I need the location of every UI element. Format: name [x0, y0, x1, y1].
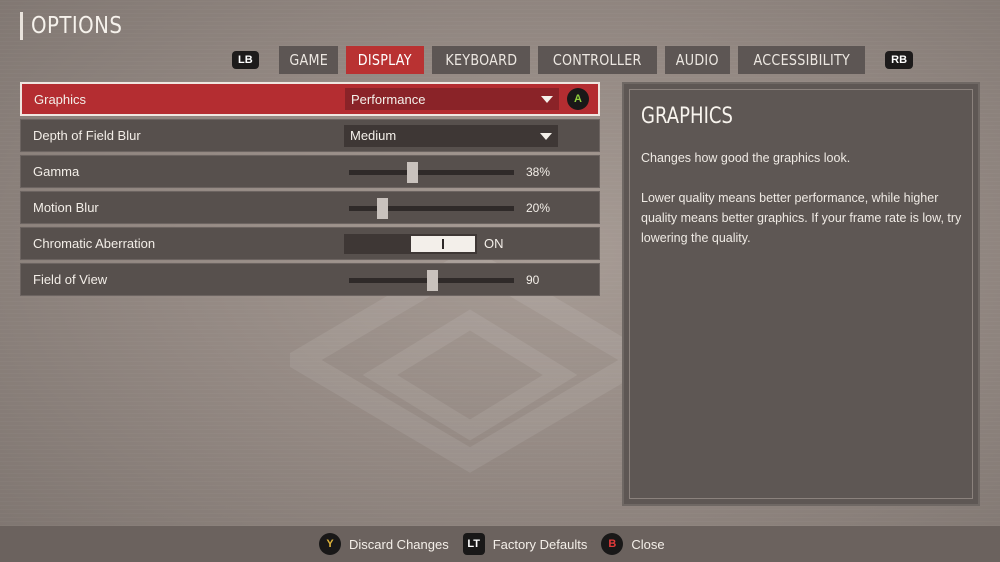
setting-label: Graphics: [34, 91, 87, 107]
panel-frame: GRAPHICS Changes how good the graphics l…: [629, 89, 973, 499]
slider-thumb[interactable]: [426, 269, 438, 291]
setting-label: Motion Blur: [33, 200, 99, 215]
tab-label: DISPLAY: [357, 51, 413, 69]
tab-label: GAME: [289, 51, 328, 69]
tab-accessibility[interactable]: ACCESSIBILITY: [737, 46, 866, 74]
hint-label: Factory Defaults: [492, 536, 588, 552]
slider-value: 90: [526, 272, 540, 287]
tab-keyboard[interactable]: KEYBOARD: [431, 46, 531, 74]
slider-track: [349, 169, 514, 175]
setting-row-field-of-view[interactable]: Field of View 90: [20, 263, 600, 296]
dropdown-value: Medium: [350, 128, 397, 143]
setting-label: Field of View: [33, 272, 108, 287]
slider-thumb[interactable]: [406, 161, 418, 183]
tab-game[interactable]: GAME: [278, 46, 339, 74]
tab-audio[interactable]: AUDIO: [665, 46, 730, 74]
setting-row-graphics[interactable]: Graphics Performance A: [20, 82, 600, 116]
toggle-knob: [411, 235, 475, 252]
tab-display[interactable]: DISPLAY: [346, 46, 424, 74]
hint-label: Close: [631, 536, 665, 552]
gamma-slider[interactable]: [349, 157, 514, 187]
setting-label: Chromatic Aberration: [33, 236, 156, 251]
description-line: Lower quality means better performance, …: [641, 191, 962, 245]
description-title: GRAPHICS: [641, 104, 733, 129]
rb-bumper-icon[interactable]: RB: [885, 51, 914, 69]
chevron-down-icon: [541, 96, 553, 103]
page-title-bar: OPTIONS: [20, 12, 137, 40]
settings-list: Graphics Performance A Depth of Field Bl…: [20, 82, 600, 299]
chromatic-aberration-toggle[interactable]: [344, 233, 477, 254]
discard-changes-hint[interactable]: Y Discard Changes: [319, 533, 449, 555]
description-body: Changes how good the graphics look. Lowe…: [641, 148, 971, 248]
slider-value: 20%: [526, 200, 551, 215]
button-hints: Y Discard Changes LT Factory Defaults B …: [319, 533, 679, 555]
tab-label: KEYBOARD: [445, 51, 518, 69]
slider-thumb[interactable]: [377, 197, 388, 219]
slider-value: 38%: [526, 164, 551, 179]
setting-label: Depth of Field Blur: [33, 128, 141, 143]
dropdown-value: Performance: [351, 91, 426, 107]
y-button-icon: Y: [319, 533, 341, 555]
depth-of-field-dropdown[interactable]: Medium: [344, 124, 558, 147]
tab-label: ACCESSIBILITY: [753, 51, 850, 69]
motion-blur-slider[interactable]: [349, 193, 514, 223]
options-tabs: LB GAME DISPLAY KEYBOARD CONTROLLER AUDI…: [232, 46, 914, 74]
lt-button-icon: LT: [462, 533, 485, 555]
graphics-dropdown[interactable]: Performance: [345, 88, 559, 110]
setting-label: Gamma: [33, 164, 80, 179]
setting-row-depth-of-field-blur[interactable]: Depth of Field Blur Medium: [20, 119, 600, 152]
setting-row-chromatic-aberration[interactable]: Chromatic Aberration ON: [20, 227, 600, 260]
tab-label: AUDIO: [675, 51, 719, 69]
lb-bumper-icon[interactable]: LB: [232, 51, 259, 69]
field-of-view-slider[interactable]: [349, 265, 514, 295]
close-hint[interactable]: B Close: [601, 533, 665, 555]
tab-label: CONTROLLER: [553, 51, 643, 69]
page-title: OPTIONS: [31, 13, 123, 39]
setting-row-gamma[interactable]: Gamma 38%: [20, 155, 600, 188]
b-button-icon: B: [601, 533, 624, 555]
factory-defaults-hint[interactable]: LT Factory Defaults: [462, 533, 588, 555]
toggle-state: ON: [484, 236, 504, 251]
setting-row-motion-blur[interactable]: Motion Blur 20%: [20, 191, 600, 224]
description-line: Changes how good the graphics look.: [641, 151, 851, 165]
description-panel: GRAPHICS Changes how good the graphics l…: [622, 82, 980, 506]
tab-controller[interactable]: CONTROLLER: [538, 46, 657, 74]
chevron-down-icon: [540, 132, 552, 140]
slider-track: [349, 205, 514, 211]
a-button-icon: A: [567, 88, 589, 110]
hint-label: Discard Changes: [349, 536, 449, 552]
